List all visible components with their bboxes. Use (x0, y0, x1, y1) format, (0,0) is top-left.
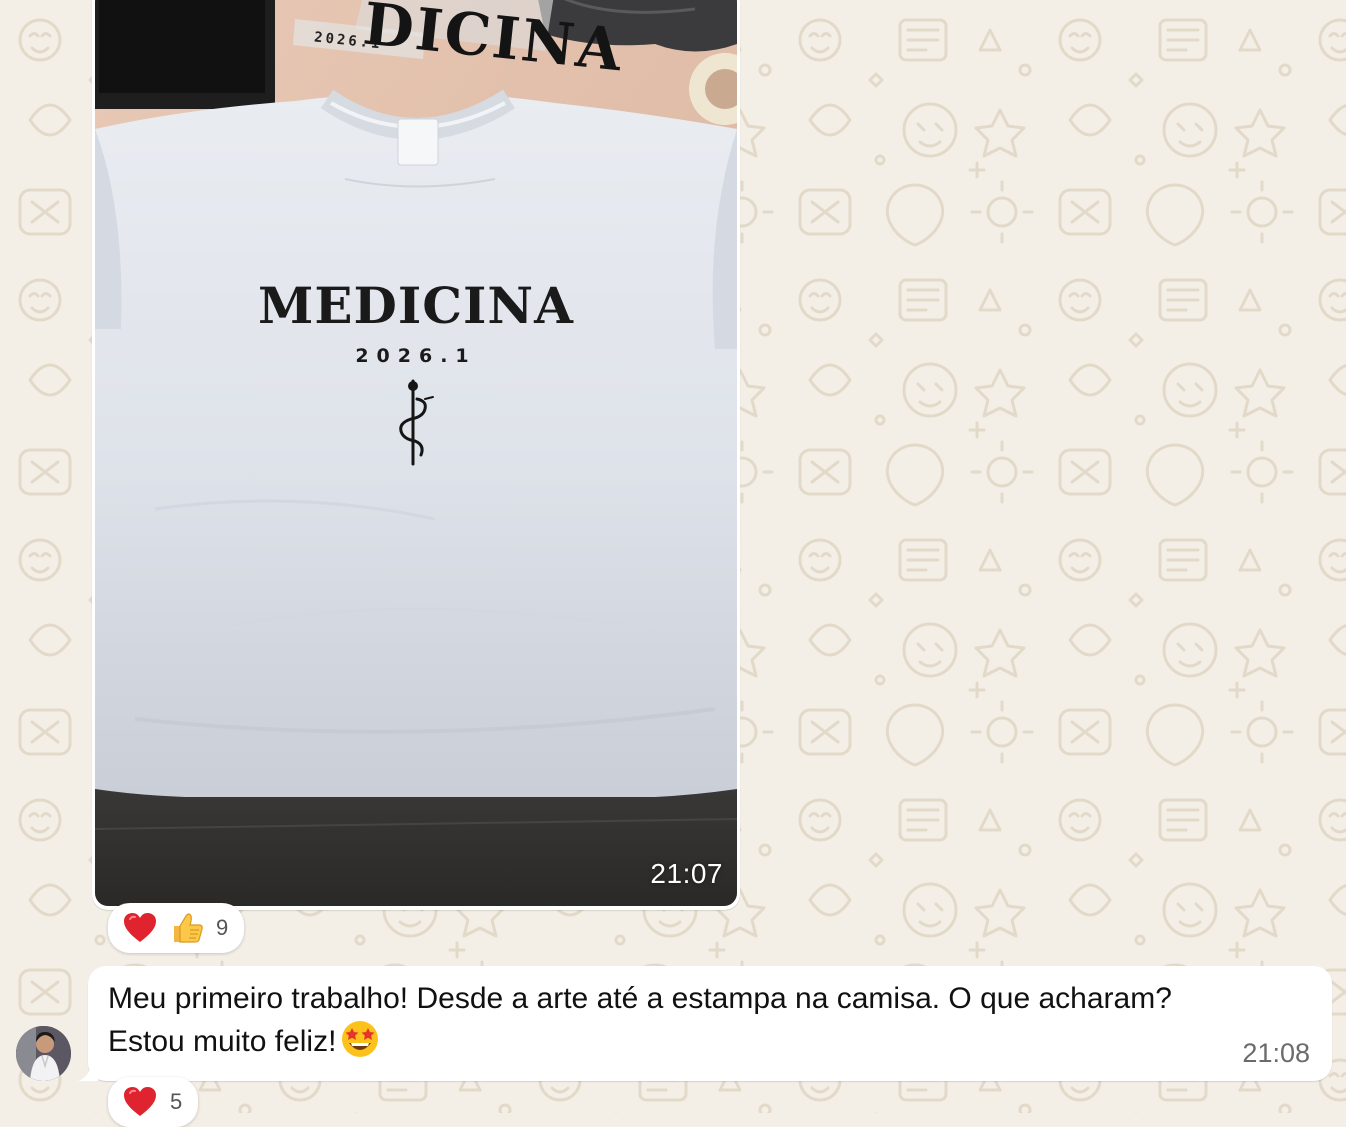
sender-avatar[interactable] (16, 1026, 71, 1081)
star-struck-emoji-icon (342, 1021, 379, 1057)
thumbs-up-emoji-icon (174, 913, 203, 943)
photo-scene (95, 0, 737, 906)
message-text: Meu primeiro trabalho! Desde a arte até … (108, 978, 1318, 1062)
message-line-1: Meu primeiro trabalho! Desde a arte até … (108, 982, 1172, 1015)
bubble-tail (78, 1061, 98, 1081)
reaction-count: 9 (216, 915, 229, 940)
shirt-print-year: 2026.1 (355, 345, 477, 367)
text-message-time: 21:08 (1242, 1038, 1310, 1068)
text-message-bubble[interactable]: Meu primeiro trabalho! Desde a arte até … (78, 966, 1332, 1081)
shirt-photo[interactable]: 2026.1 DICINA MEDICINA 2026.1 21:07 (95, 0, 737, 906)
image-message-bubble[interactable]: 2026.1 DICINA MEDICINA 2026.1 21:07 (92, 0, 740, 910)
image-message-time: 21:07 (650, 858, 723, 889)
image-message-reactions[interactable]: 9 (108, 903, 245, 953)
text-message-reactions[interactable]: 5 (108, 1077, 199, 1127)
message-line-2: Estou muito feliz! (108, 1025, 337, 1058)
reaction-count: 5 (170, 1089, 183, 1114)
heart-emoji-icon (124, 1087, 156, 1116)
heart-emoji-icon (124, 913, 156, 942)
shirt-print-title: MEDICINA (258, 276, 574, 335)
